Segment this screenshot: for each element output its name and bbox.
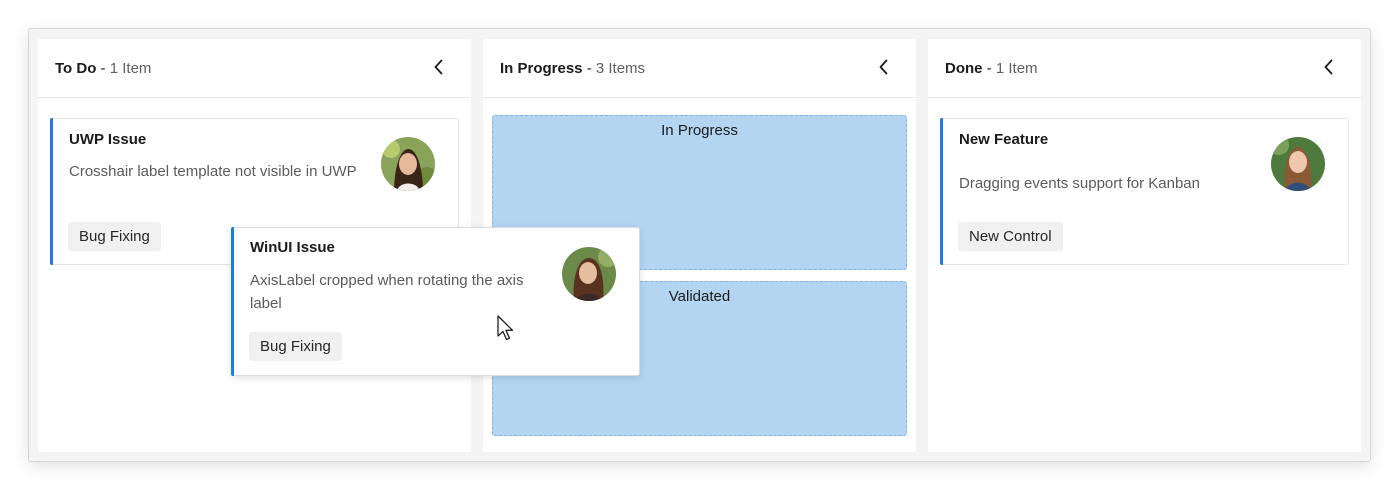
column-header-in-progress: In Progress - 3 Items [483, 39, 916, 98]
card-accent-bar [50, 118, 53, 265]
column-item-count: 1 Item [995, 60, 1038, 77]
kanban-card-new-feature[interactable]: New Feature Dragging events support for … [940, 118, 1349, 265]
column-title-in-progress: In Progress - 3 Items [500, 60, 645, 77]
chevron-left-icon [1324, 59, 1333, 75]
avatar [562, 247, 616, 301]
cursor-arrow-icon [497, 315, 514, 341]
mouse-pointer-icon [496, 315, 516, 343]
card-tag: Bug Fixing [249, 332, 342, 361]
card-title: New Feature [959, 131, 1049, 148]
column-separator: - [582, 60, 596, 77]
column-title-done: Done - 1 Item [945, 60, 1038, 77]
column-name: In Progress [500, 60, 583, 77]
card-accent-bar [940, 118, 943, 265]
chevron-left-icon [434, 59, 443, 75]
column-separator: - [982, 60, 996, 77]
card-accent-bar [231, 227, 234, 376]
dragged-card-winui-issue[interactable]: WinUI Issue AxisLabel cropped when rotat… [231, 227, 640, 376]
avatar-woman-brown-hair-icon [562, 247, 616, 301]
column-title-to-do: To Do - 1 Item [55, 60, 151, 77]
card-description: AxisLabel cropped when rotating the axis… [250, 272, 524, 312]
column-done: Done - 1 Item New Feature Dragging event… [928, 39, 1361, 452]
kanban-board: To Do - 1 Item UWP Issue Crosshair label… [28, 28, 1371, 462]
column-header-done: Done - 1 Item [928, 39, 1361, 98]
drop-zone-label: In Progress [661, 122, 738, 139]
card-tag: Bug Fixing [68, 222, 161, 251]
avatar-woman-dark-hair-icon [381, 137, 435, 191]
column-header-to-do: To Do - 1 Item [38, 39, 471, 98]
collapse-column-button[interactable] [1317, 55, 1341, 79]
column-name: Done [945, 60, 983, 77]
column-item-count: 3 Items [595, 60, 646, 77]
chevron-left-icon [879, 59, 888, 75]
card-tag: New Control [958, 222, 1063, 251]
column-item-count: 1 Item [109, 60, 152, 77]
card-description: Dragging events support for Kanban [959, 175, 1200, 192]
collapse-column-button[interactable] [427, 55, 451, 79]
card-title: UWP Issue [69, 131, 147, 148]
column-name: To Do [55, 60, 97, 77]
avatar [1271, 137, 1325, 191]
avatar [381, 137, 435, 191]
avatar-woman-long-hair-icon [1271, 137, 1325, 191]
card-title: WinUI Issue [250, 239, 335, 256]
collapse-column-button[interactable] [872, 55, 896, 79]
column-separator: - [96, 60, 110, 77]
card-description: Crosshair label template not visible in … [69, 163, 357, 180]
